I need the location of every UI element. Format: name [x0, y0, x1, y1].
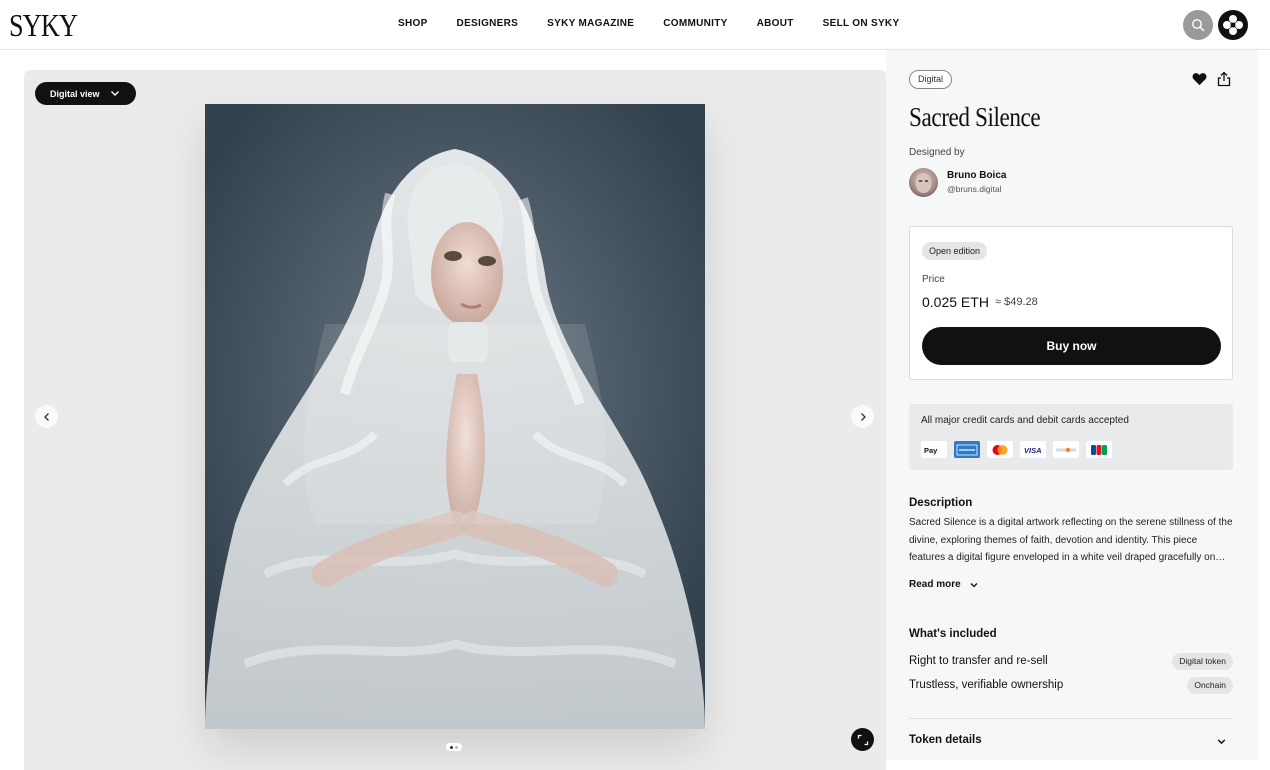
token-details-toggle[interactable]: Token details	[909, 734, 1233, 750]
heart-icon	[1192, 73, 1207, 86]
mastercard-icon	[987, 441, 1013, 458]
main-nav: SHOP DESIGNERS SYKY MAGAZINE COMMUNITY A…	[398, 18, 928, 30]
designer-handle[interactable]: @bruns.digital	[947, 184, 1001, 194]
syky-mark-icon	[1223, 15, 1243, 35]
price-usd: ≈ $49.28	[995, 296, 1038, 308]
nav-sell-on-syky[interactable]: SELL ON SYKY	[823, 18, 900, 30]
apple-pay-icon: Pay	[921, 441, 947, 458]
read-more-label: Read more	[909, 579, 961, 590]
site-header: SYKY SHOP DESIGNERS SYKY MAGAZINE COMMUN…	[0, 0, 1270, 50]
price-label: Price	[922, 274, 945, 285]
buy-now-button[interactable]: Buy now	[922, 327, 1221, 365]
fullscreen-button[interactable]	[851, 728, 874, 751]
designer-name[interactable]: Bruno Boica	[947, 170, 1006, 181]
share-icon	[1217, 71, 1231, 87]
read-more-button[interactable]: Read more	[909, 579, 979, 590]
american-express-icon	[954, 441, 980, 458]
included-item: Trustless, verifiable ownership Onchain	[909, 677, 1233, 695]
avatar-face	[915, 173, 932, 193]
designer-avatar[interactable]	[909, 168, 938, 197]
included-item-badge: Onchain	[1187, 677, 1233, 694]
page-gutter	[1258, 50, 1270, 760]
nav-community[interactable]: COMMUNITY	[663, 18, 727, 30]
chevron-down-icon	[970, 582, 978, 587]
payment-methods-text: All major credit cards and debit cards a…	[921, 415, 1129, 426]
chevron-down-icon	[111, 91, 119, 96]
syky-logo[interactable]: SYKY	[9, 7, 78, 43]
payment-methods-box: All major credit cards and debit cards a…	[909, 404, 1233, 470]
search-icon	[1192, 19, 1205, 32]
included-item: Right to transfer and re-sell Digital to…	[909, 653, 1233, 671]
next-image-button[interactable]	[851, 405, 874, 428]
price-eth: 0.025 ETH	[922, 294, 989, 310]
svg-text:VISA: VISA	[1024, 446, 1042, 455]
price-card: Open edition Price 0.025 ETH ≈ $49.28 Bu…	[909, 226, 1233, 380]
svg-text:Pay: Pay	[924, 446, 938, 455]
product-image[interactable]	[205, 104, 705, 729]
search-button[interactable]	[1183, 10, 1213, 40]
nav-syky-magazine[interactable]: SYKY MAGAZINE	[547, 18, 634, 30]
designed-by-label: Designed by	[909, 147, 965, 158]
nav-shop[interactable]: SHOP	[398, 18, 428, 30]
whats-included-heading: What's included	[909, 628, 997, 640]
chevron-left-icon	[43, 412, 49, 421]
artwork-figure	[205, 104, 705, 729]
account-button[interactable]	[1218, 10, 1248, 40]
chevron-down-icon	[1217, 739, 1226, 745]
included-item-badge: Digital token	[1172, 653, 1233, 670]
expand-icon	[857, 734, 868, 745]
view-mode-select[interactable]: Digital view	[35, 82, 136, 105]
token-details-label: Token details	[909, 734, 982, 746]
product-details-panel: Digital Sacred Silence Designed by Bruno…	[886, 50, 1258, 760]
category-tag: Digital	[909, 70, 953, 89]
jcb-icon	[1086, 441, 1112, 458]
view-mode-label: Digital view	[50, 88, 100, 99]
card-logos: Pay VISA	[921, 441, 1112, 458]
product-gallery: Digital view	[24, 70, 886, 770]
pagination-dot-1[interactable]	[450, 745, 453, 749]
product-title: Sacred Silence	[909, 102, 1041, 132]
included-item-text: Trustless, verifiable ownership	[909, 679, 1064, 691]
previous-image-button[interactable]	[35, 405, 58, 428]
description-heading: Description	[909, 497, 973, 509]
visa-icon: VISA	[1020, 441, 1046, 458]
edition-badge: Open edition	[922, 242, 988, 260]
pagination-dot-2[interactable]	[455, 745, 458, 749]
description-text: Sacred Silence is a digital artwork refl…	[909, 517, 1233, 563]
share-button[interactable]	[1217, 71, 1231, 92]
nav-about[interactable]: ABOUT	[757, 18, 794, 30]
favorite-button[interactable]	[1192, 72, 1207, 91]
included-item-text: Right to transfer and re-sell	[909, 655, 1048, 667]
nav-designers[interactable]: DESIGNERS	[457, 18, 519, 30]
divider	[909, 718, 1233, 719]
image-pagination	[446, 743, 462, 751]
chevron-right-icon	[860, 412, 866, 421]
discover-icon	[1053, 441, 1079, 458]
